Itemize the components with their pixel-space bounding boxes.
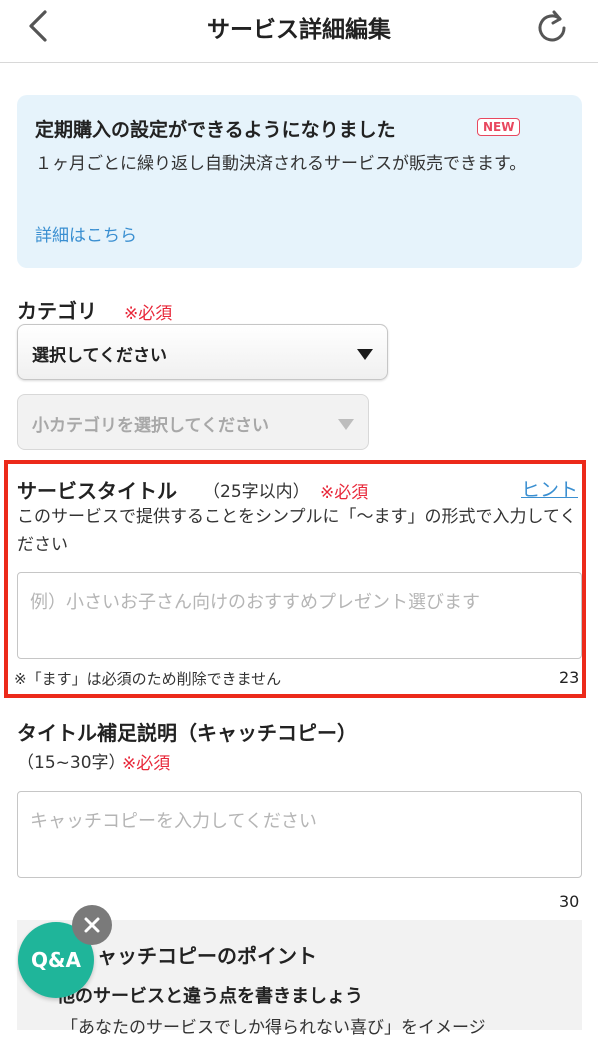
hint-link[interactable]: ヒント — [521, 475, 578, 502]
service-title-label: サービスタイトル — [17, 479, 177, 503]
tips-title: ャッチコピーのポイント — [97, 944, 317, 968]
category-select-value: 選択してください — [32, 346, 167, 366]
tips-subtitle: 他のサービスと違う点を書きましょう — [57, 986, 363, 1007]
catch-copy-required: ※必須 — [122, 754, 171, 774]
subcategory-select-value: 小カテゴリを選択してください — [32, 416, 269, 436]
service-title-description: このサービスで提供することをシンプルに「〜ます」の形式で入力してください — [17, 507, 577, 555]
notice-details-link[interactable]: 詳細はこちら — [35, 221, 137, 246]
service-title-char-count: 23 — [559, 668, 580, 687]
qa-label: Q&A — [31, 948, 81, 972]
notice-title: 定期購入の設定ができるようになりました — [35, 119, 396, 141]
dropdown-arrow-icon — [357, 349, 373, 360]
service-title-required: ※必須 — [320, 483, 369, 503]
subcategory-select[interactable]: 小カテゴリを選択してください — [17, 394, 369, 450]
dropdown-arrow-icon — [338, 419, 354, 430]
notice-body: １ヶ月ごとに繰り返し自動決済されるサービスが販売できます。 — [35, 154, 527, 174]
category-required: ※必須 — [124, 304, 173, 324]
reload-icon — [538, 10, 566, 42]
tips-body: 「あなたのサービスでしか得られない喜び」をイメージ — [61, 1018, 486, 1038]
catch-copy-placeholder: キャッチコピーを入力してください — [30, 811, 317, 832]
new-badge: NEW — [477, 118, 521, 136]
header-bar: サービス詳細編集 — [0, 0, 598, 63]
service-title-limit: （25字以内） — [203, 482, 310, 502]
catch-copy-char-count: 30 — [559, 892, 580, 911]
qa-close-button[interactable] — [72, 905, 112, 945]
close-icon — [84, 917, 100, 933]
service-title-input[interactable]: 例）小さいお子さん向けのおすすめプレゼント選びます — [17, 572, 582, 659]
category-label: カテゴリ — [17, 299, 97, 323]
service-title-note: ※「ます」は必須のため削除できません — [14, 670, 282, 688]
reload-button[interactable] — [530, 4, 574, 48]
category-select[interactable]: 選択してください — [17, 324, 388, 380]
page-title: サービス詳細編集 — [207, 17, 391, 43]
service-title-placeholder: 例）小さいお子さん向けのおすすめプレゼント選びます — [30, 592, 480, 613]
catch-copy-label: タイトル補足説明（キャッチコピー） — [17, 721, 357, 745]
catch-copy-limit: （15~30字） — [17, 753, 126, 773]
notice-box: 定期購入の設定ができるようになりました NEW １ヶ月ごとに繰り返し自動決済され… — [17, 95, 582, 268]
catch-copy-input[interactable]: キャッチコピーを入力してください — [17, 791, 582, 878]
